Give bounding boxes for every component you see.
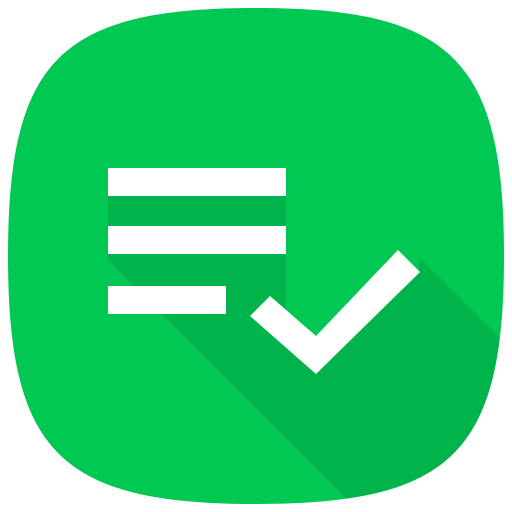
list-line-2 [108,226,286,254]
list-line-3 [108,286,226,314]
list-line-1 [108,168,286,196]
checklist-app-icon[interactable] [0,0,512,512]
icon-canvas [0,0,512,512]
